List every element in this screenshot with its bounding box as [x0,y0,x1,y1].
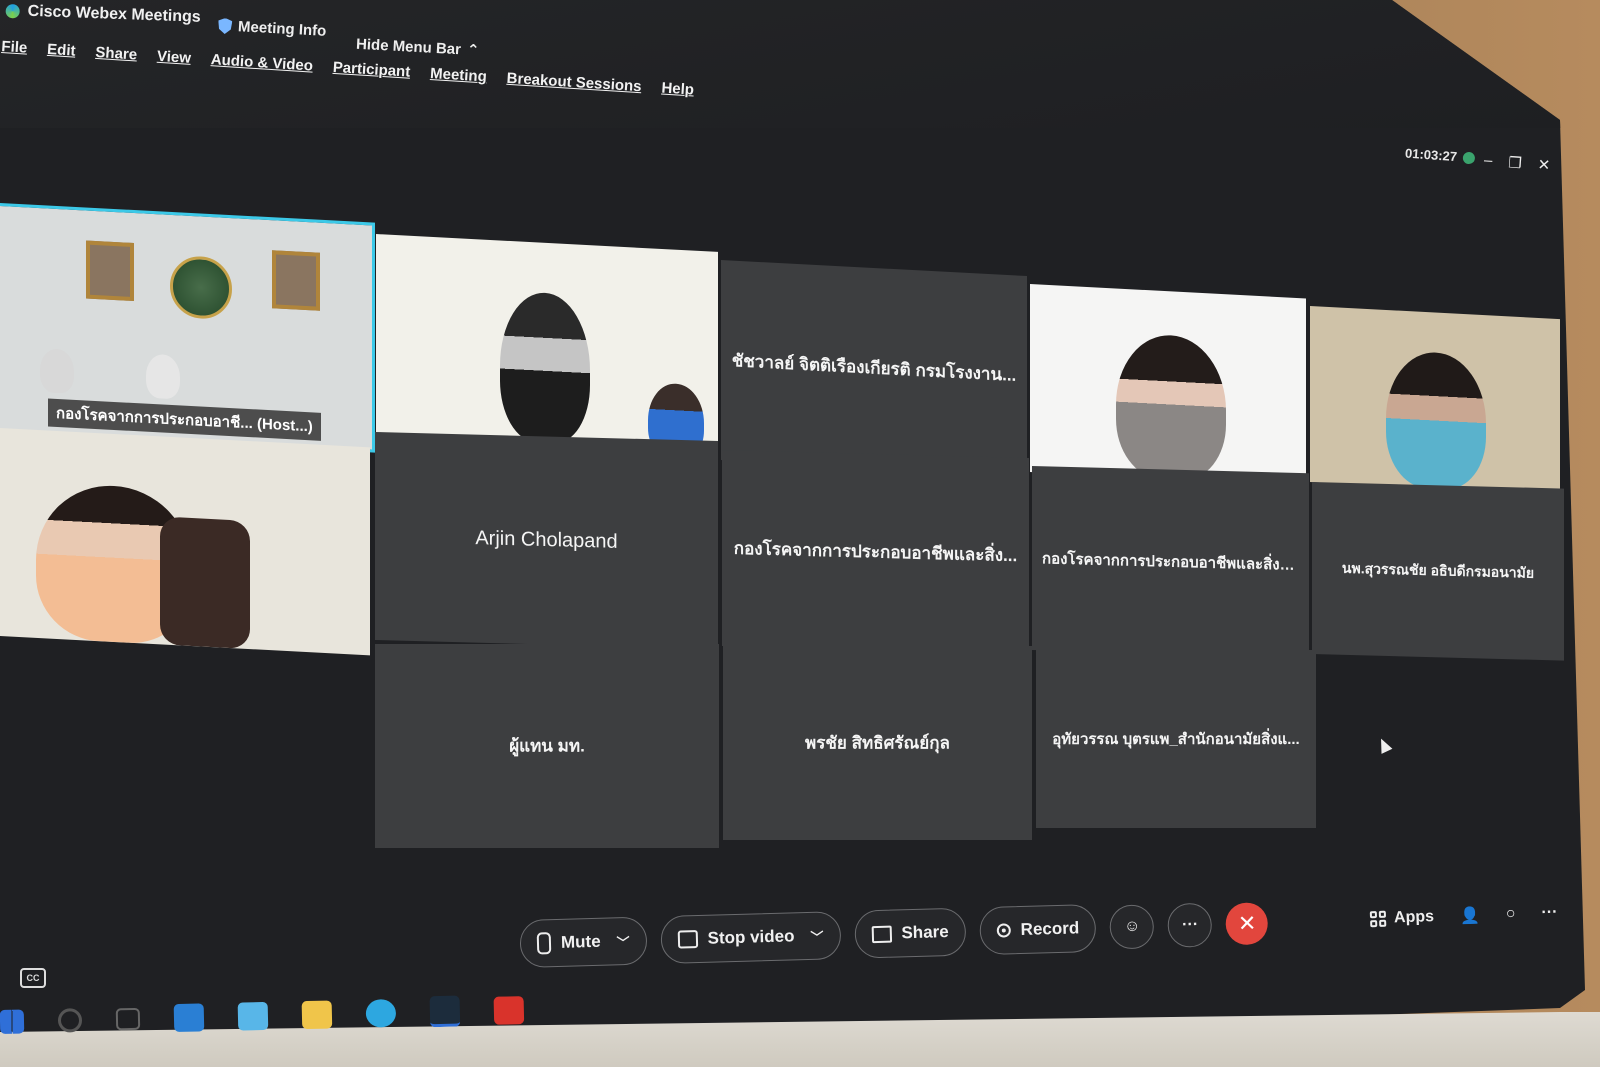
mute-button[interactable]: Mute ﹀ [519,916,648,968]
mouse-cursor-icon [1375,736,1393,754]
participant-person [1116,332,1226,483]
participant-name: นพ.สุวรรณชัย อธิบดีกรมอนามัย [1341,559,1535,581]
participant-tile-7[interactable]: Arjin Cholapand [375,432,718,649]
chair [160,516,250,650]
menu-share[interactable]: Share [95,44,138,64]
menu-view[interactable]: View [157,48,192,67]
closed-captions-icon[interactable]: CC [20,968,46,988]
menu-help[interactable]: Help [661,80,695,99]
record-label: Record [1020,918,1080,940]
portrait-picture [272,250,320,311]
mute-label: Mute [560,931,601,952]
apps-label: Apps [1393,908,1435,927]
mail-icon[interactable] [173,1002,205,1032]
participant-tile-video-6[interactable] [0,428,370,656]
participant-tile-9[interactable]: กองโรคจากการประกอบอาชีพและสิ่งแว... [1032,466,1309,658]
chevron-down-icon[interactable]: ﹀ [810,926,824,945]
timer-text: 01:03:27 [1404,145,1458,165]
windows-start-icon[interactable] [0,1008,25,1034]
participant-tile-8[interactable]: กองโรคจากการประกอบอาชีพและสิ่ง... [722,450,1029,655]
task-view-icon[interactable] [115,1007,141,1030]
participants-icon[interactable]: 👤 [1460,905,1481,926]
participant-tile-host[interactable]: กองโรคจากการประกอบอาชี... (Host...) [0,202,375,453]
participant-tile-video-5[interactable] [1310,306,1560,496]
participant-tile-video-4[interactable] [1030,284,1306,487]
participant-tile-12[interactable]: พรชัย สิทธิศรัณย์กุล [723,646,1032,840]
shield-icon [218,18,233,35]
search-icon[interactable] [57,1007,83,1033]
meeting-timer: 01:03:27 [1405,146,1476,166]
menu-meeting[interactable]: Meeting [430,65,488,86]
participant-name: พรชัย สิทธิศรัณย์กุล [805,733,950,753]
security-shield-icon[interactable] [1462,151,1476,164]
share-button[interactable]: Share [853,907,967,959]
webex-window: Cisco Webex Meetings Meeting Info Hide M… [0,0,1585,1067]
more-options-button[interactable]: ··· [1167,902,1213,948]
window-controls: – ❐ ✕ [1483,152,1551,175]
apps-grid-icon [1369,910,1387,928]
webex-logo-icon [5,3,20,19]
participant-person [40,348,74,394]
chevron-down-icon[interactable]: ﹀ [616,931,630,950]
video-app-icon[interactable] [237,1001,269,1031]
chat-icon[interactable]: ○ [1506,905,1516,923]
participant-name: ผู้แทน มท. [509,736,585,756]
participant-person [1386,349,1486,492]
microphone-icon [536,932,552,955]
share-label: Share [901,922,949,943]
right-panel-tools: Apps 👤 ○ ··· [1369,903,1558,930]
participant-tile-10[interactable]: นพ.สุวรรณชัย อธิบดีกรมอนามัย [1312,482,1564,661]
participant-name: Arjin Cholapand [475,527,618,553]
meeting-control-bar: Mute ﹀ Stop video ﹀ Share Record ☺ ··· ✕ [519,899,1269,968]
menu-edit[interactable]: Edit [47,41,76,60]
participant-tile-11[interactable]: ผู้แทน มท. [375,644,719,848]
participant-name: กองโรคจากการประกอบอาชีพและสิ่งแว... [1042,550,1309,575]
camera-icon [677,930,698,949]
reactions-button[interactable]: ☺ [1109,904,1155,950]
stop-video-label: Stop video [707,926,795,948]
participant-name: ชัชวาลย์ จิตติเรืองเกียรติ กรมโรงงาน... [731,351,1017,385]
participant-name: กองโรคจากการประกอบอาชีพและสิ่ง... [733,538,1018,566]
menu-file[interactable]: File [1,38,28,57]
portrait-picture [86,240,134,302]
more-panels-icon[interactable]: ··· [1541,904,1558,923]
pdf-reader-icon[interactable] [493,995,525,1025]
record-button[interactable]: Record [979,903,1097,956]
participant-tile-3[interactable]: ชัชวาลย์ จิตติเรืองเกียรติ กรมโรงงาน... [721,260,1027,477]
chevron-up-icon: ⌃ [466,41,480,60]
stop-video-button[interactable]: Stop video ﹀ [659,911,842,965]
edge-browser-icon[interactable] [365,998,397,1028]
participant-name: อุทัยวรรณ บุตรแพ_สำนักอนามัยสิ่งแ... [1052,731,1300,748]
close-x-icon: ✕ [1237,910,1257,936]
leave-meeting-button[interactable]: ✕ [1225,902,1269,946]
participant-person [146,353,180,400]
participant-tile-video-2[interactable] [376,234,718,462]
close-icon[interactable]: ✕ [1537,155,1551,174]
restore-icon[interactable]: ❐ [1508,153,1523,172]
webex-taskbar-icon[interactable] [429,995,461,1028]
apps-button[interactable]: Apps [1369,908,1435,928]
minimize-icon[interactable]: – [1483,152,1494,171]
participant-person [500,290,590,446]
folder-icon[interactable] [301,999,333,1029]
smiley-icon: ☺ [1123,917,1141,936]
more-icon: ··· [1181,916,1199,934]
participant-tile-13[interactable]: อุทัยวรรณ บุตรแพ_สำนักอนามัยสิ่งแ... [1036,650,1316,828]
share-screen-icon [871,925,892,943]
record-icon [996,923,1011,938]
emblem-image [170,254,232,321]
